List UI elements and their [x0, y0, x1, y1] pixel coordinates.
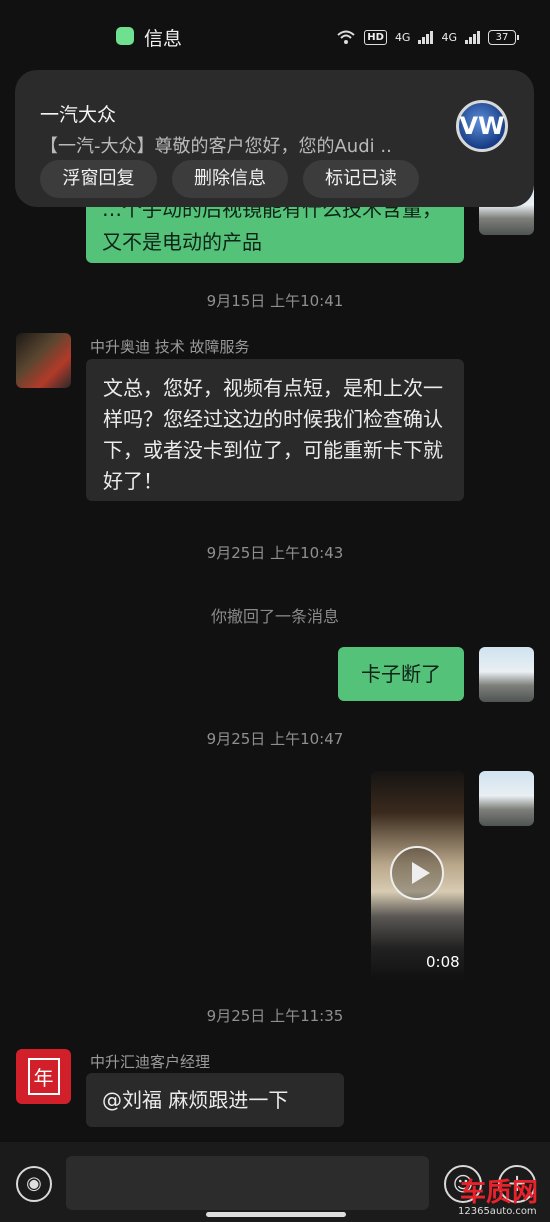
- sender-avatar[interactable]: 年: [16, 1049, 71, 1104]
- my-avatar[interactable]: [479, 647, 534, 702]
- watermark-logo: 车质网: [460, 1178, 539, 1208]
- sender-avatar[interactable]: [16, 333, 71, 388]
- avatar-text: 年: [27, 1058, 60, 1095]
- voice-icon[interactable]: ◉: [16, 1166, 52, 1202]
- wifi-icon: [337, 30, 355, 44]
- notification-body: 【一汽-大众】尊敬的客户您好，您的Audi ..: [40, 136, 392, 157]
- sender-name: 中升汇迪客户经理: [90, 1053, 211, 1071]
- signal-1-icon: [418, 30, 434, 44]
- message-bubble[interactable]: 文总，您好，视频有点短，是和上次一样吗？您经过这边的时候我们检查确认下，或者没卡…: [86, 359, 464, 501]
- vw-logo: VW: [456, 100, 508, 152]
- network-2: 4G: [441, 30, 457, 44]
- battery-icon: 37: [488, 29, 519, 45]
- status-icons: HD 4G 4G 37: [336, 27, 519, 47]
- status-app-name: 信息: [144, 28, 183, 50]
- notification-title: 一汽大众: [40, 104, 117, 126]
- message-app-icon: [116, 27, 134, 45]
- notification-card[interactable]: 一汽大众 【一汽-大众】尊敬的客户您好，您的Audi .. VW 浮窗回复 删除…: [15, 70, 534, 207]
- message-bubble[interactable]: @刘福 麻烦跟进一下: [86, 1073, 344, 1127]
- video-duration: 0:08: [426, 953, 460, 971]
- my-avatar[interactable]: [479, 771, 534, 826]
- home-indicator[interactable]: [206, 1212, 346, 1217]
- timestamp: 9月25日 上午10:47: [206, 730, 344, 748]
- timestamp: 9月25日 上午11:35: [206, 1007, 344, 1025]
- mark-read-button[interactable]: 标记已读: [303, 160, 419, 198]
- timestamp: 9月15日 上午10:41: [206, 292, 344, 310]
- recall-notice: 你撤回了一条消息: [210, 607, 339, 626]
- hd-badge: HD: [364, 29, 387, 45]
- play-icon[interactable]: [390, 846, 444, 900]
- timestamp: 9月25日 上午10:43: [206, 544, 344, 562]
- sender-name: 中升奥迪 技术 故障服务: [90, 338, 250, 356]
- message-input[interactable]: [66, 1156, 429, 1210]
- signal-2-icon: [465, 30, 480, 44]
- message-bubble[interactable]: 卡子断了: [338, 647, 464, 701]
- watermark-url: 12365auto.com: [458, 1206, 537, 1217]
- network-1: 4G: [394, 30, 411, 44]
- float-reply-button[interactable]: 浮窗回复: [40, 160, 157, 198]
- delete-message-button[interactable]: 删除信息: [172, 160, 288, 198]
